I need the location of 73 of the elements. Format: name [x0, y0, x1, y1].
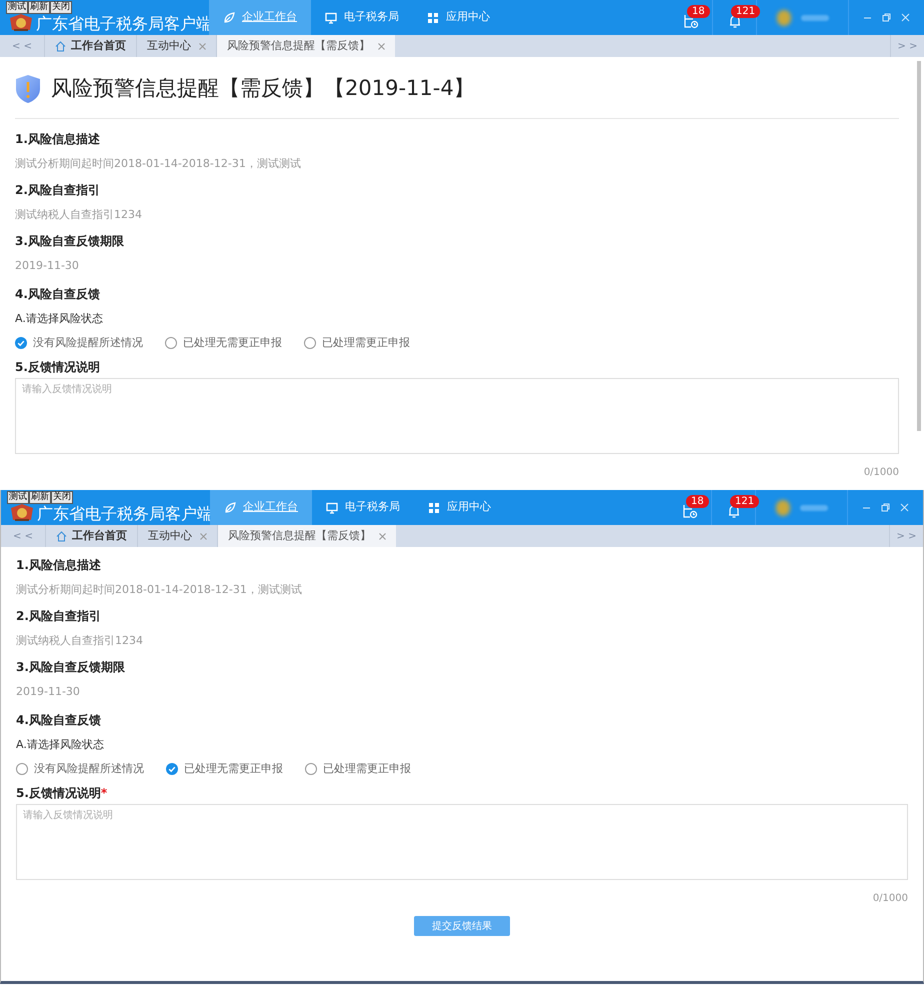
close-icon[interactable]: [199, 42, 206, 50]
section-heading: 5.反馈情况说明: [15, 359, 101, 376]
emblem-icon: [8, 12, 34, 32]
calendar-icon[interactable]: [682, 503, 698, 519]
section-heading: 5.反馈情况说明*: [16, 785, 108, 802]
debug-button[interactable]: 关闭: [50, 1, 72, 14]
page-tab[interactable]: 工作台首页: [44, 35, 136, 57]
emblem-icon: [9, 502, 35, 522]
radio-option[interactable]: 已处理需更正申报: [304, 334, 410, 352]
page-tab[interactable]: 风险预警信息提醒【需反馈】: [217, 525, 396, 547]
section-heading: 1.风险信息描述: [16, 557, 102, 574]
section-text: 测试纳税人自查指引1234: [16, 633, 144, 650]
radio-option[interactable]: 没有风险提醒所述情况: [15, 334, 143, 352]
home-icon: [56, 530, 67, 542]
grid-icon: [427, 12, 439, 24]
monitor-icon: [325, 12, 337, 24]
section-text: 2019-11-30: [15, 258, 80, 274]
feedback-textarea[interactable]: 请输入反馈情况说明: [16, 804, 908, 880]
close-icon[interactable]: [378, 42, 385, 50]
section-text: 测试分析期间起时间2018-01-14-2018-12-31，测试测试: [16, 582, 303, 598]
debug-button[interactable]: 测试: [6, 1, 28, 14]
nav-tab[interactable]: 电子税务局: [311, 0, 413, 35]
count-badge: 18: [686, 495, 709, 508]
section-heading: 1.风险信息描述: [15, 131, 101, 148]
section-heading: 2.风险自查指引: [16, 608, 102, 625]
close-icon[interactable]: [200, 532, 207, 540]
warning-shield-icon: [15, 74, 41, 104]
debug-button[interactable]: 刷新: [28, 1, 50, 14]
restore-icon[interactable]: [881, 503, 890, 512]
radio-option[interactable]: 没有风险提醒所述情况: [16, 760, 144, 778]
radio-button[interactable]: [15, 337, 27, 349]
radio-button[interactable]: [166, 763, 178, 775]
page-title: 风险预警信息提醒【需反馈】【2019-11-4】: [51, 75, 475, 102]
radio-button[interactable]: [16, 763, 28, 775]
count-badge: 18: [687, 5, 710, 18]
leaf-icon: [223, 12, 235, 24]
restore-icon[interactable]: [882, 13, 891, 22]
section-heading: 4.风险自查反馈: [16, 712, 102, 729]
field-label: A.请选择风险状态: [15, 310, 104, 327]
leaf-icon: [224, 502, 236, 514]
nav-tab[interactable]: 应用中心: [413, 0, 504, 35]
home-icon: [55, 40, 66, 52]
section-text: 测试分析期间起时间2018-01-14-2018-12-31，测试测试: [15, 156, 302, 172]
radio-option[interactable]: 已处理无需更正申报: [165, 334, 282, 352]
section-text: 测试纳税人自查指引1234: [15, 207, 143, 224]
field-label: A.请选择风险状态: [16, 736, 105, 753]
feedback-textarea[interactable]: 请输入反馈情况说明: [15, 378, 899, 454]
section-heading: 3.风险自查反馈期限: [15, 233, 125, 250]
count-badge: 121: [730, 495, 760, 508]
section-heading: 2.风险自查指引: [15, 182, 101, 199]
grid-icon: [428, 502, 440, 514]
debug-button[interactable]: 测试: [7, 491, 29, 504]
scrollbar-thumb[interactable]: [917, 61, 921, 431]
radio-button[interactable]: [304, 337, 316, 349]
nav-tab[interactable]: 应用中心: [414, 490, 505, 525]
radio-button[interactable]: [305, 763, 317, 775]
char-counter: 0/1000: [862, 466, 899, 480]
page-tab[interactable]: 风险预警信息提醒【需反馈】: [216, 35, 395, 57]
radio-button[interactable]: [165, 337, 177, 349]
section-text: 2019-11-30: [16, 684, 81, 700]
radio-option[interactable]: 已处理无需更正申报: [166, 760, 283, 778]
radio-option[interactable]: 已处理需更正申报: [305, 760, 411, 778]
debug-button[interactable]: 关闭: [51, 491, 73, 504]
close-icon[interactable]: [379, 532, 386, 540]
section-heading: 4.风险自查反馈: [15, 286, 101, 303]
char-counter: 0/1000: [872, 892, 908, 906]
calendar-icon[interactable]: [682, 13, 698, 29]
section-heading: 3.风险自查反馈期限: [16, 659, 126, 676]
page-tab[interactable]: 工作台首页: [45, 525, 137, 547]
debug-button[interactable]: 刷新: [29, 491, 51, 504]
nav-tab[interactable]: 电子税务局: [312, 490, 414, 525]
count-badge: 121: [731, 5, 760, 18]
monitor-icon: [326, 502, 338, 514]
